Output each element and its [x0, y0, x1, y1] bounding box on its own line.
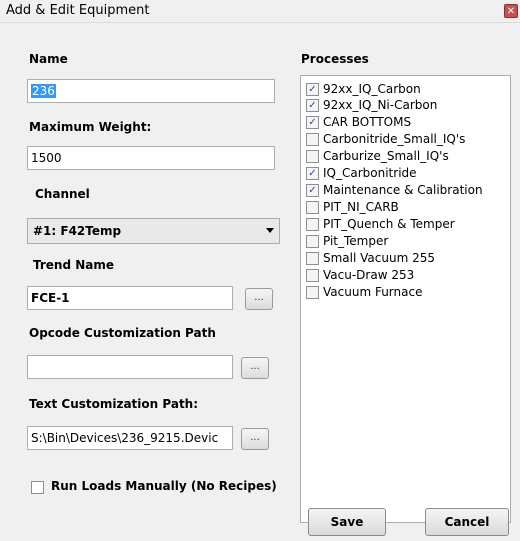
title-bar[interactable]: Add & Edit Equipment ✕ — [0, 0, 520, 23]
cancel-button[interactable]: Cancel — [425, 508, 509, 536]
trend-name-label: Trend Name — [33, 258, 115, 272]
channel-label: Channel — [35, 187, 90, 201]
save-button[interactable]: Save — [308, 508, 386, 536]
name-field[interactable]: 236 — [27, 79, 275, 103]
name-value: 236 — [31, 84, 56, 98]
process-checkbox[interactable] — [306, 286, 319, 299]
max-weight-label: Maximum Weight: — [29, 120, 152, 134]
trend-browse-button[interactable]: ... — [245, 288, 273, 310]
process-checkbox[interactable] — [306, 269, 319, 282]
opcode-path-label: Opcode Customization Path — [29, 326, 216, 340]
run-manual-checkbox[interactable] — [31, 481, 44, 494]
process-checkbox[interactable]: ✓ — [306, 116, 319, 129]
text-path-label: Text Customization Path: — [29, 397, 199, 411]
window-title: Add & Edit Equipment — [6, 3, 150, 18]
equipment-dialog: Add & Edit Equipment ✕ Name 236 Maximum … — [0, 0, 520, 541]
process-checkbox[interactable]: ✓ — [306, 83, 319, 96]
processes-list[interactable]: ✓ 92xx_IQ_Carbon ✓ 92xx_IQ_Ni-Carbon ✓ CAR … — [300, 75, 511, 523]
name-label: Name — [29, 52, 68, 66]
text-path-field[interactable]: S:\Bin\Devices\236_9215.Devic — [27, 426, 233, 450]
channel-dropdown[interactable]: #1: F42Temp — [27, 218, 280, 244]
process-checkbox[interactable]: ✓ — [306, 184, 319, 197]
process-checkbox[interactable] — [306, 150, 319, 163]
process-checkbox[interactable] — [306, 201, 319, 214]
text-path-browse-button[interactable]: ... — [241, 428, 269, 450]
close-icon[interactable]: ✕ — [504, 4, 518, 18]
process-checkbox[interactable]: ✓ — [306, 99, 319, 112]
run-manual-label: Run Loads Manually (No Recipes) — [51, 479, 277, 493]
max-weight-field[interactable]: 1500 — [27, 146, 275, 170]
opcode-browse-button[interactable]: ... — [241, 357, 269, 379]
chevron-down-icon — [266, 228, 274, 233]
processes-label: Processes — [301, 52, 369, 66]
process-checkbox[interactable] — [306, 252, 319, 265]
process-checkbox[interactable]: ✓ — [306, 167, 319, 180]
opcode-path-field[interactable] — [27, 355, 233, 379]
trend-name-field[interactable]: FCE-1 — [27, 286, 233, 310]
process-checkbox[interactable] — [306, 133, 319, 146]
channel-value: #1: F42Temp — [33, 224, 122, 238]
process-checkbox[interactable] — [306, 218, 319, 231]
process-checkbox[interactable] — [306, 235, 319, 248]
